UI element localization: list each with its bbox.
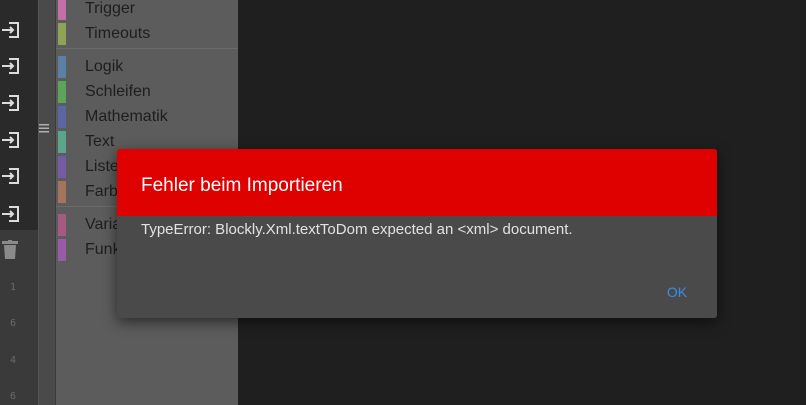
- category-color-swatch: [58, 181, 66, 203]
- category-label: Timeouts: [85, 25, 151, 42]
- category-color-swatch: [58, 0, 66, 20]
- category-color-swatch: [58, 23, 66, 45]
- line-number: 6: [10, 391, 17, 402]
- editor-sidebar: 1 6 4 6: [0, 0, 38, 405]
- dialog-title: Fehler beim Importieren: [141, 175, 343, 196]
- dialog-header: Fehler beim Importieren: [117, 149, 717, 216]
- toolbox-category-timeouts[interactable]: Timeouts: [56, 22, 238, 46]
- toolbox-category-logik[interactable]: Logik: [56, 55, 238, 79]
- ok-button[interactable]: OK: [657, 281, 697, 303]
- category-color-swatch: [58, 131, 66, 153]
- category-label: Schleifen: [85, 83, 151, 100]
- line-number: 1: [10, 282, 17, 293]
- line-number: 4: [10, 355, 17, 366]
- import-icon[interactable]: [1, 56, 21, 76]
- import-icon[interactable]: [1, 204, 21, 224]
- category-color-swatch: [58, 214, 66, 236]
- category-color-swatch: [58, 81, 66, 103]
- category-label: Logik: [85, 58, 124, 75]
- import-icon[interactable]: [1, 20, 21, 40]
- import-icon[interactable]: [1, 166, 21, 186]
- category-label: Text: [85, 133, 115, 150]
- grip-icon[interactable]: [39, 122, 49, 134]
- trash-icon[interactable]: [2, 240, 18, 260]
- category-label: Trigger: [85, 0, 136, 17]
- panel-splitter[interactable]: [38, 0, 56, 405]
- toolbox-category-mathematik[interactable]: Mathematik: [56, 105, 238, 129]
- import-icon[interactable]: [1, 93, 21, 113]
- category-label: Mathematik: [85, 108, 168, 125]
- category-color-swatch: [58, 156, 66, 178]
- category-color-swatch: [58, 56, 66, 78]
- import-icon[interactable]: [1, 130, 21, 150]
- dialog-message: TypeError: Blockly.Xml.textToDom expecte…: [141, 221, 573, 238]
- toolbox-category-schleifen[interactable]: Schleifen: [56, 80, 238, 104]
- toolbox-separator: [56, 48, 238, 49]
- category-color-swatch: [58, 239, 66, 261]
- category-color-swatch: [58, 106, 66, 128]
- error-dialog: Fehler beim Importieren TypeError: Block…: [117, 149, 717, 318]
- line-number: 6: [10, 318, 17, 329]
- toolbox-category-trigger[interactable]: Trigger: [56, 0, 238, 21]
